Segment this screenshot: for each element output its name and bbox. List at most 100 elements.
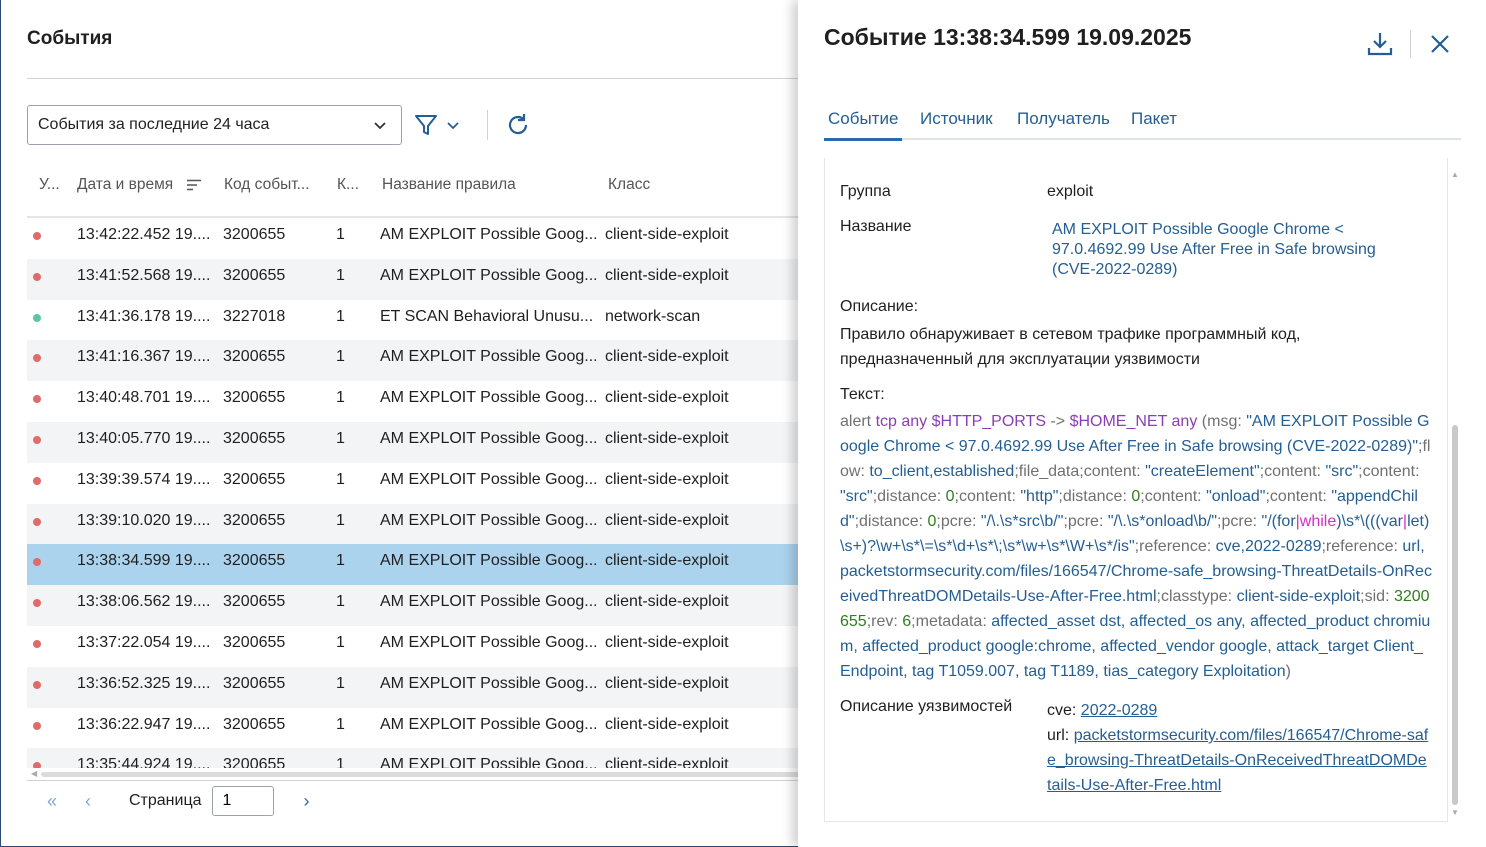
table-row[interactable]: 13:42:22.452 19.... 3200655 1 AM EXPLOIT Po… [27,218,801,259]
table-row[interactable]: 13:41:52.568 19.... 3200655 1 AM EXPLOIT Po… [27,258,801,300]
col-rule[interactable]: Название правила [382,176,516,194]
cell-code: 3200655 [223,511,286,529]
severity-dot [33,599,41,608]
severity-dot [33,232,41,240]
first-page-icon[interactable]: « [41,791,63,812]
cell-count: 1 [336,348,345,366]
rule-token: tcp any $HTTP_PORTS [875,413,1051,430]
period-select[interactable]: События за последние 24 часа [27,105,402,145]
tab-packet[interactable]: Пакет [1131,109,1177,129]
cell-class: client-side-exploit [605,470,729,488]
cell-rule: AM EXPLOIT Possible Goog... [380,389,596,407]
page-input[interactable] [211,786,274,816]
severity-dot [33,313,41,322]
rule-token: while [1299,513,1337,530]
col-class[interactable]: Класс [608,176,650,194]
cell-class: client-side-exploit [605,389,729,407]
table-row[interactable]: 13:39:10.020 19.... 3200655 1 AM EXPLOIT Po… [27,503,801,545]
table-row[interactable]: 13:38:34.599 19.... 3200655 1 AM EXPLOIT Po… [27,544,801,586]
rule-token: "http" [1020,488,1059,505]
rule-token: "createElement" [1145,463,1260,480]
cell-count: 1 [336,756,345,768]
rule-token: alert [840,413,876,430]
cell-class: network-scan [605,307,701,325]
rule-name-value: AM EXPLOIT Possible Google Chrome < 97.0… [1052,221,1376,278]
table-row[interactable]: 13:36:52.325 19.... 3200655 1 AM EXPLOIT Po… [27,666,801,708]
rule-token: "/(for [1261,513,1296,530]
rule-token: ;classtype: [1156,588,1237,605]
refresh-button[interactable] [504,111,532,139]
cve-link[interactable]: 2022-0289 [1081,702,1158,719]
cell-datetime: 13:36:22.947 19.... [77,715,211,733]
rule-token: cve,2022-0289 [1215,538,1322,555]
table-row[interactable]: 13:37:22.054 19.... 3200655 1 AM EXPLOIT Po… [27,626,801,667]
download-button[interactable] [1366,30,1394,58]
cell-datetime: 13:38:06.562 19.... [77,593,211,611]
cell-datetime: 13:41:52.568 19.... [77,266,211,284]
scroll-down-icon[interactable]: ▼ [1451,808,1459,817]
scrollbar-thumb[interactable] [1452,425,1458,805]
table-row[interactable]: 13:40:48.701 19.... 3200655 1 AM EXPLOIT Po… [27,381,801,422]
cell-class: client-side-exploit [605,715,729,733]
rule-token: "/\.\s*src\b/" [980,513,1064,530]
name-label: Название [840,218,912,235]
cell-code: 3200655 [223,430,286,447]
severity-dot [33,476,41,485]
tab-event[interactable]: Событие [824,109,903,141]
horizontal-scrollbar[interactable]: ◀ [27,768,801,778]
cell-code: 3200655 [223,348,286,366]
table-row[interactable]: 13:41:16.367 19.... 3200655 1 AM EXPLOIT Po… [27,340,801,382]
col-datetime[interactable]: Дата и время [77,176,173,194]
cell-count: 1 [336,430,345,447]
severity-dot [33,395,41,404]
scroll-up-icon[interactable]: ▲ [1451,170,1459,179]
filter-icon [415,115,437,135]
next-page-icon[interactable]: › [296,791,318,812]
events-table-body: 13:42:22.452 19.... 3200655 1 AM EXPLOIT Po… [27,218,801,768]
rule-token: ;distance: [1058,488,1132,505]
url-link[interactable]: packetstormsecurity.com/files/166547/Chr… [1047,727,1428,794]
refresh-icon [508,114,528,135]
rule-token: ;metadata: [911,613,992,630]
cell-code: 3227018 [223,307,286,325]
cell-datetime: 13:41:16.367 19.... [77,348,211,366]
rule-token: to_client,established [869,463,1015,480]
severity-dot [33,680,41,689]
tab-destination[interactable]: Получатель [1017,109,1110,129]
table-row[interactable]: 13:40:05.770 19.... 3200655 1 AM EXPLOIT Po… [27,422,801,463]
severity-dot [33,517,41,526]
tab-source[interactable]: Источник [920,109,993,129]
severity-dot [33,721,41,730]
rule-token: ;content: [1259,463,1326,480]
cell-class: client-side-exploit [605,756,729,768]
vertical-scrollbar[interactable]: ▲ ▼ [1450,170,1460,820]
scroll-left-icon[interactable]: ◀ [31,769,37,778]
table-row[interactable]: 13:38:06.562 19.... 3200655 1 AM EXPLOIT Po… [27,585,801,626]
scrollbar-thumb[interactable] [41,772,801,777]
filter-button[interactable] [413,110,473,140]
col-code[interactable]: Код событ... [224,176,310,194]
cell-count: 1 [336,307,345,325]
col-count[interactable]: К... [337,176,359,194]
col-level[interactable]: У... [39,176,69,194]
cell-rule: AM EXPLOIT Possible Goog... [380,634,596,651]
cell-rule: AM EXPLOIT Possible Goog... [380,674,596,692]
rule-token: ;reference: [1134,538,1216,555]
rule-token: ;reference: [1321,538,1403,555]
prev-page-icon[interactable]: ‹ [77,791,99,812]
table-row[interactable]: 13:39:39.574 19.... 3200655 1 AM EXPLOIT Po… [27,463,801,504]
rule-token: ;pcre: [1063,513,1108,530]
cell-rule: AM EXPLOIT Possible Goog... [380,226,596,243]
cell-rule: ET SCAN Behavioral Unusu... [380,307,594,325]
cell-class: client-side-exploit [605,552,729,570]
sort-icon[interactable] [187,179,201,191]
cell-code: 3200655 [223,389,286,407]
close-button[interactable] [1428,32,1452,56]
table-row[interactable]: 13:41:36.178 19.... 3227018 1 ET SCAN Behav… [27,300,801,341]
cell-datetime: 13:35:44.924 19.... [77,756,211,768]
table-header: У... Дата и время Код событ... К... Назв… [27,168,801,202]
cell-code: 3200655 [223,715,286,733]
rule-token: 6 [902,613,912,630]
table-row[interactable]: 13:36:22.947 19.... 3200655 1 AM EXPLOIT Po… [27,708,801,749]
table-row[interactable]: 13:35:44.924 19.... 3200655 1 AM EXPLOIT Po… [27,748,801,768]
